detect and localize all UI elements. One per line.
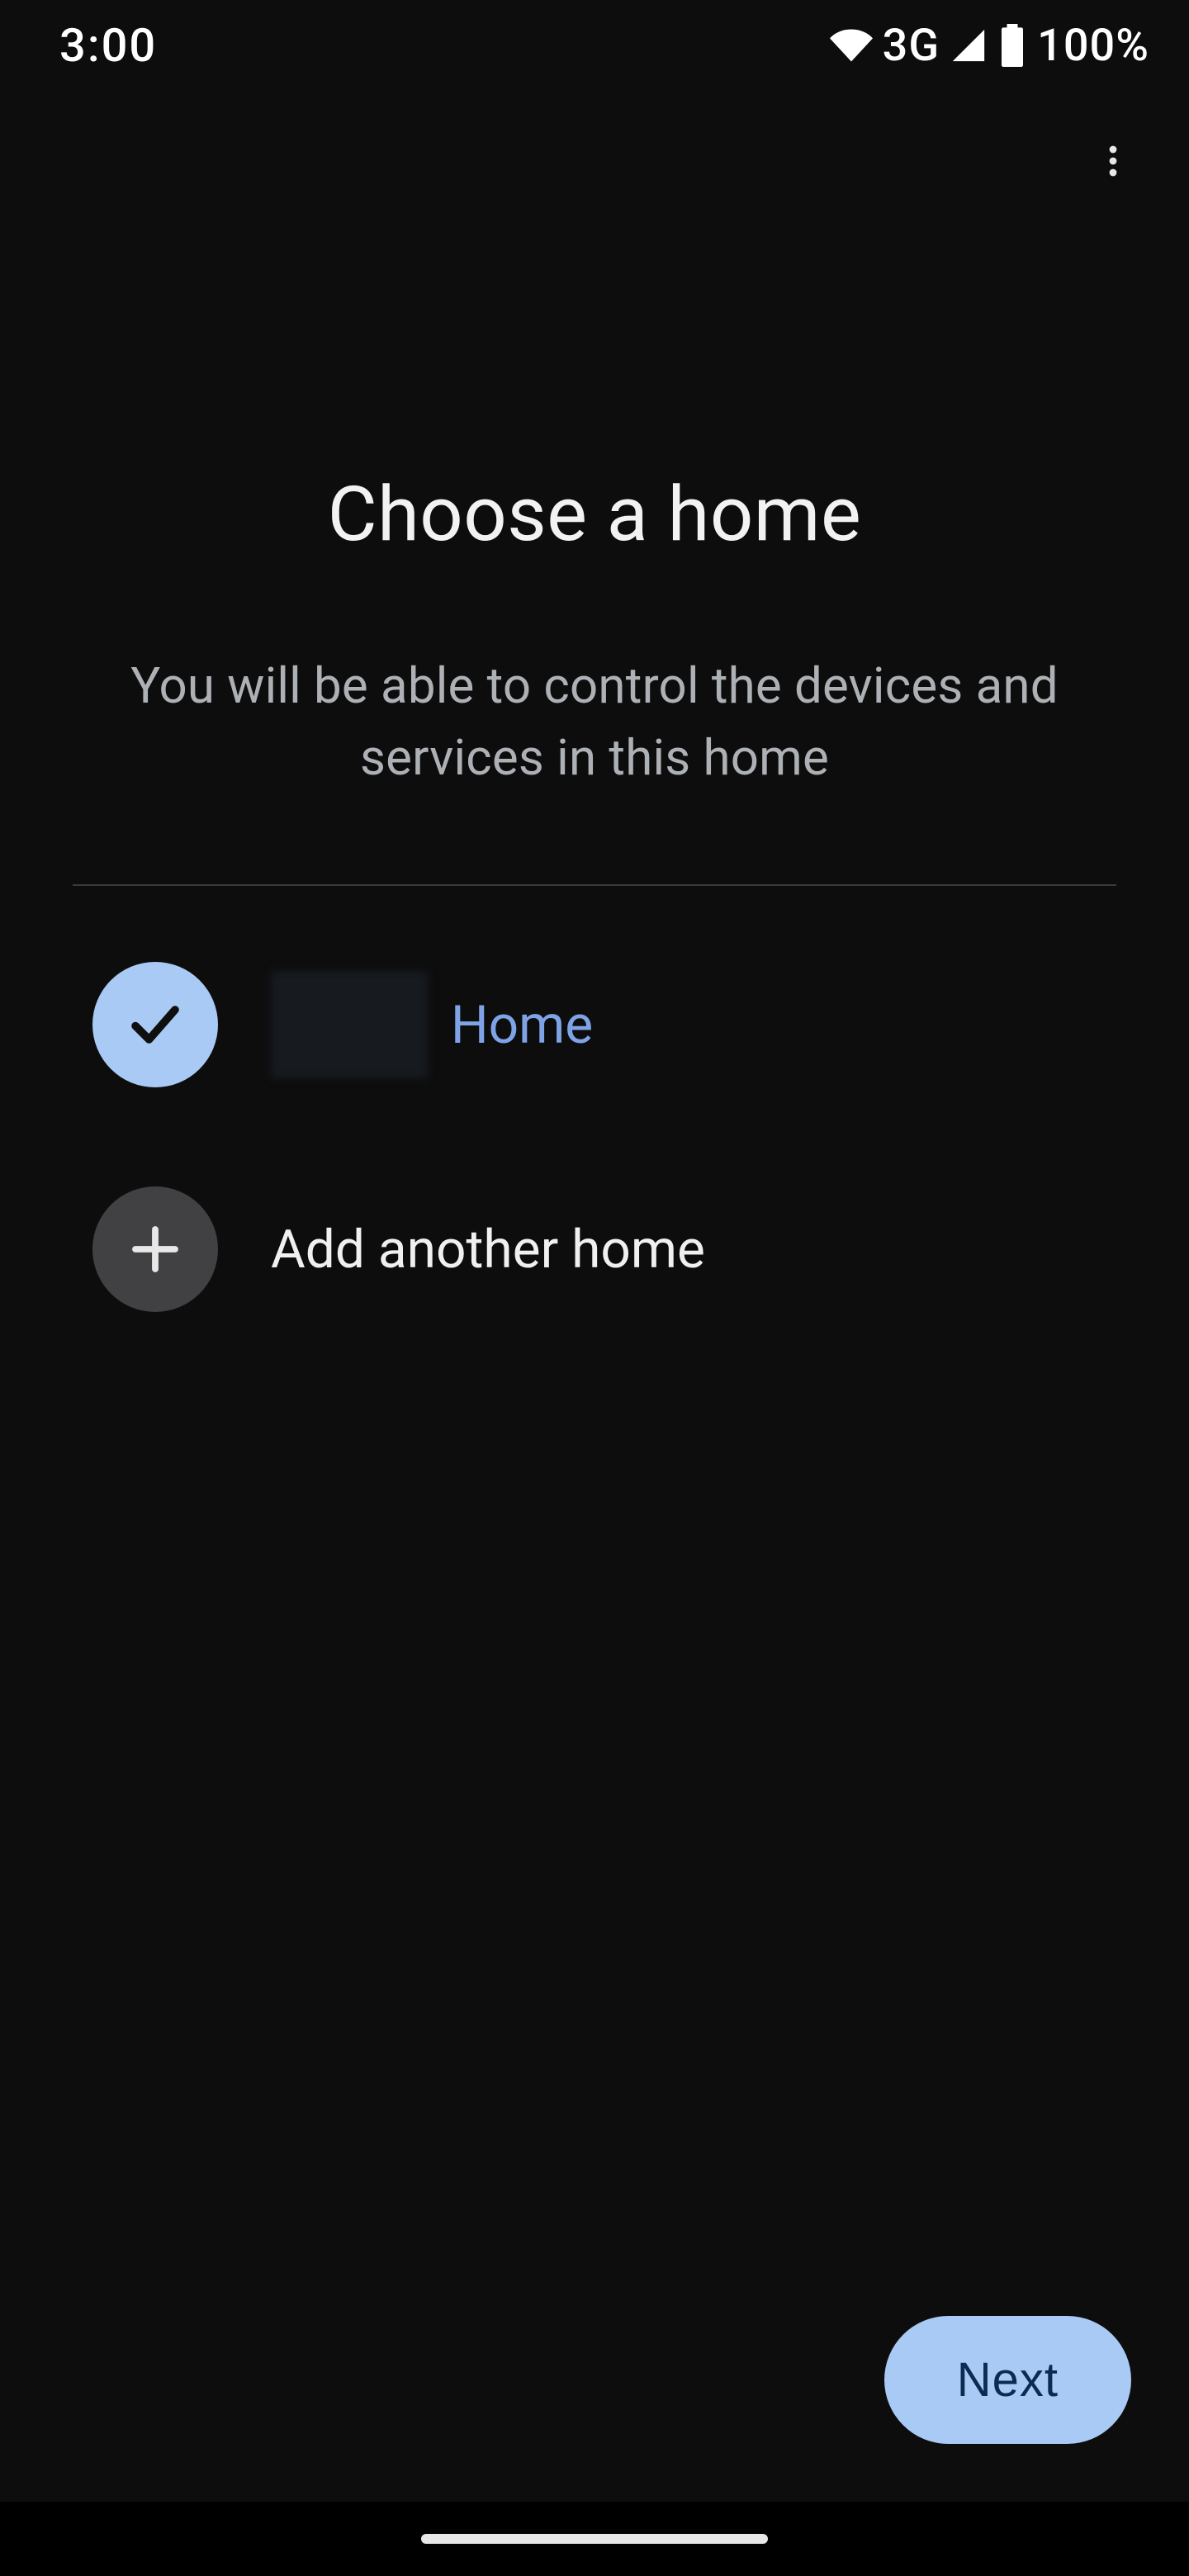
plus-icon [126, 1219, 185, 1279]
redacted-home-name [271, 971, 428, 1078]
cellular-signal-icon [950, 26, 988, 64]
app-bar [0, 91, 1189, 231]
system-navigation-bar [0, 2502, 1189, 2576]
home-options-list: Home Add another home [73, 932, 1116, 1342]
add-home-label-wrap: Add another home [271, 1219, 705, 1281]
wifi-icon [830, 24, 873, 67]
home-option-label-wrap: Home [271, 971, 593, 1078]
check-icon [126, 995, 185, 1054]
next-button[interactable]: Next [884, 2316, 1131, 2444]
selected-indicator [92, 962, 218, 1087]
home-option-label: Home [451, 994, 593, 1056]
add-home-label: Add another home [271, 1219, 705, 1281]
status-network-type: 3G [883, 20, 940, 72]
page-title: Choose a home [73, 471, 1116, 559]
add-indicator [92, 1186, 218, 1312]
status-battery-percent: 100% [1037, 20, 1149, 72]
page-subtitle: You will be able to control the devices … [73, 650, 1116, 793]
content-area: Choose a home You will be able to contro… [0, 231, 1189, 2576]
more-vert-icon [1093, 141, 1133, 181]
status-right-cluster: 3G 100% [830, 20, 1149, 72]
status-bar: 3:00 3G 100% [0, 0, 1189, 91]
screen-root: 3:00 3G 100% Choose a home You will be a… [0, 0, 1189, 2576]
divider [73, 884, 1116, 886]
overflow-menu-button[interactable] [1073, 121, 1153, 201]
gesture-nav-handle[interactable] [421, 2534, 768, 2544]
home-option-selected[interactable]: Home [73, 932, 1116, 1117]
add-home-option[interactable]: Add another home [73, 1157, 1116, 1342]
status-time: 3:00 [59, 18, 157, 73]
battery-icon [997, 24, 1027, 67]
bottom-actions: Next [884, 2316, 1131, 2444]
